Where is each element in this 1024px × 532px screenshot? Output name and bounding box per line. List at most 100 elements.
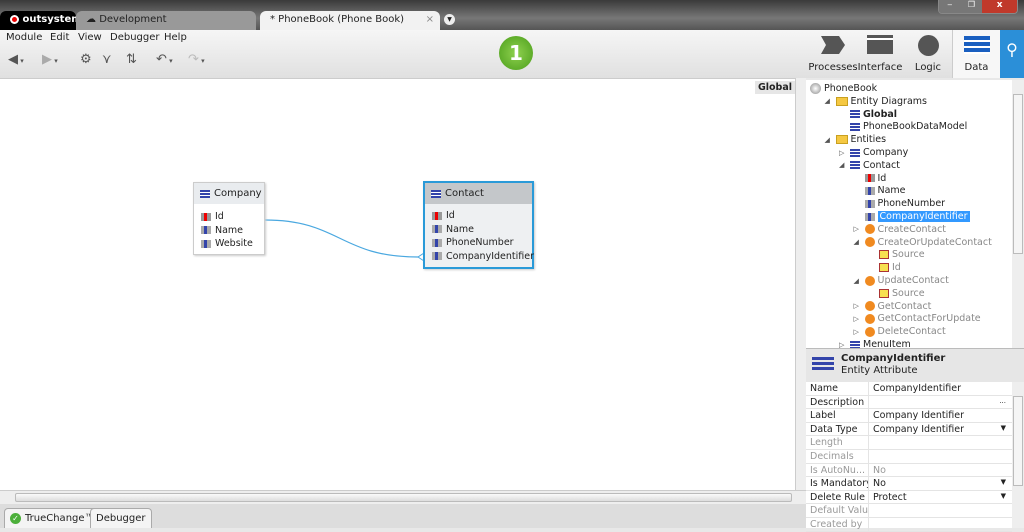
tree-item[interactable]: Global	[839, 108, 897, 121]
menu-help[interactable]: Help	[164, 32, 187, 43]
collapsed-arrow-icon[interactable]: ▷	[854, 315, 862, 323]
property-row[interactable]: Label Company Identifier	[806, 409, 1012, 423]
properties-scrollbar[interactable]	[1012, 382, 1024, 528]
publish-icon[interactable]: ⇅	[126, 52, 137, 67]
tree-item[interactable]: Name	[854, 184, 906, 197]
collapsed-arrow-icon[interactable]: ▷	[839, 341, 847, 349]
entity-company[interactable]: Company Id Name Website	[193, 182, 265, 255]
minimize-button[interactable]: ‒	[939, 0, 961, 13]
menu-view[interactable]: View	[78, 32, 102, 43]
collapsed-arrow-icon[interactable]: ▷	[839, 149, 847, 157]
property-row[interactable]: Name CompanyIdentifier	[806, 382, 1012, 396]
element-tree[interactable]: PhoneBook ◢ Entity Diagrams Global PhoneBook…	[806, 80, 1012, 348]
expanded-arrow-icon[interactable]: ◢	[825, 136, 833, 144]
diagram-canvas[interactable]: Global Company Id Name Website Contact I…	[0, 78, 795, 490]
property-row[interactable]: Data Type Company Identifier ▼	[806, 422, 1012, 437]
layer-logic[interactable]: Logic	[904, 30, 952, 78]
layer-data[interactable]: Data	[952, 30, 1000, 78]
property-row[interactable]: Created by	[806, 518, 1012, 532]
canvas-vertical-scrollbar[interactable]	[795, 78, 806, 490]
property-row[interactable]: Delete Rule Protect ▼	[806, 490, 1012, 505]
tree-item[interactable]: ◢ Entities	[825, 133, 887, 146]
menu-module[interactable]: Module	[6, 32, 42, 43]
tree-item[interactable]: ◢ UpdateContact	[854, 274, 949, 287]
attribute-row[interactable]: Id	[425, 209, 532, 223]
tree-item[interactable]: ▷ MenuItem	[839, 338, 911, 348]
property-row[interactable]: Is AutoNu... No	[806, 463, 1012, 478]
tree-item[interactable]: PhoneBookDataModel	[839, 120, 967, 133]
tree-item[interactable]: Id	[868, 261, 901, 274]
menu-debugger[interactable]: Debugger	[110, 32, 160, 43]
attribute-row[interactable]: Id	[194, 210, 264, 224]
tree-item[interactable]: Id	[854, 172, 886, 185]
property-row[interactable]: Description...	[806, 395, 1012, 410]
property-value[interactable]	[868, 518, 873, 531]
tree-item[interactable]: PhoneNumber	[854, 197, 945, 210]
back-button[interactable]: ◀ ▾	[8, 52, 24, 67]
layer-processes[interactable]: Processes	[808, 30, 858, 78]
undo-button[interactable]: ↶ ▾	[156, 52, 173, 67]
search-icon[interactable]: ⚲	[1000, 30, 1024, 78]
collapsed-arrow-icon[interactable]: ▷	[854, 225, 862, 233]
property-value[interactable]	[868, 504, 873, 518]
property-value[interactable]	[868, 450, 873, 463]
property-value[interactable]	[868, 436, 873, 450]
tree-item[interactable]: PhoneBook	[810, 82, 877, 95]
collapsed-arrow-icon[interactable]: ▷	[854, 328, 862, 336]
property-value[interactable]: Company Identifier	[868, 422, 964, 436]
tree-item[interactable]: ▷ DeleteContact	[854, 325, 946, 338]
tree-item[interactable]: ◢ Contact	[839, 159, 900, 172]
expanded-arrow-icon[interactable]: ◢	[825, 97, 833, 105]
menu-edit[interactable]: Edit	[50, 32, 69, 43]
tab-list-chevron-icon[interactable]: ▼	[444, 14, 455, 25]
property-value[interactable]: Protect	[868, 490, 907, 504]
tree-item[interactable]: ▷ Company	[839, 146, 908, 159]
step-badge[interactable]: 1	[499, 36, 533, 70]
property-value[interactable]	[868, 395, 873, 409]
tree-item[interactable]: Source	[868, 248, 925, 261]
dropdown-arrow-icon[interactable]: ▼	[1001, 424, 1006, 432]
tab-debugger[interactable]: Debugger	[90, 508, 152, 528]
ellipsis-button[interactable]: ...	[999, 397, 1006, 405]
layer-interface[interactable]: Interface	[856, 30, 904, 78]
dependencies-icon[interactable]: ⋎	[102, 52, 112, 67]
property-row[interactable]: Default Value	[806, 504, 1012, 518]
attribute-row[interactable]: Name	[194, 224, 264, 238]
property-value[interactable]: CompanyIdentifier	[868, 382, 961, 395]
attribute-row[interactable]: CompanyIdentifier	[425, 250, 534, 264]
tree-item[interactable]: Source	[868, 287, 925, 300]
dropdown-arrow-icon[interactable]: ▼	[1001, 478, 1006, 486]
attribute-row[interactable]: PhoneNumber	[425, 236, 532, 250]
property-row[interactable]: Length	[806, 436, 1012, 450]
tree-item[interactable]: CompanyIdentifier	[854, 210, 970, 223]
tab-truechange[interactable]: ✓ TrueChange™	[4, 508, 101, 528]
outsystems-logo[interactable]: outsystems	[0, 11, 88, 30]
forward-button[interactable]: ▶ ▾	[42, 52, 58, 67]
tree-scrollbar[interactable]	[1012, 80, 1024, 348]
property-value[interactable]: No	[868, 463, 886, 477]
settings-gear-icon[interactable]: ⚙	[80, 52, 92, 67]
attribute-row[interactable]: Website	[194, 237, 264, 251]
property-value[interactable]: No	[868, 477, 886, 491]
dropdown-arrow-icon[interactable]: ▼	[1001, 492, 1006, 500]
expanded-arrow-icon[interactable]: ◢	[854, 238, 862, 246]
expanded-arrow-icon[interactable]: ◢	[854, 277, 862, 285]
tree-item[interactable]: ◢ Entity Diagrams	[825, 95, 928, 108]
entity-contact[interactable]: Contact Id Name PhoneNumber CompanyIdent…	[423, 181, 534, 269]
tab-development[interactable]: ☁ Development	[76, 11, 256, 30]
collapsed-arrow-icon[interactable]: ▷	[854, 302, 862, 310]
tree-item[interactable]: ◢ CreateOrUpdateContact	[854, 236, 992, 249]
redo-button[interactable]: ↷ ▾	[188, 52, 205, 67]
expanded-arrow-icon[interactable]: ◢	[839, 161, 847, 169]
canvas-horizontal-scrollbar[interactable]	[0, 490, 806, 504]
property-row[interactable]: Is Mandatory No ▼	[806, 477, 1012, 491]
property-row[interactable]: Decimals	[806, 450, 1012, 464]
close-window-button[interactable]: x	[982, 0, 1017, 13]
tab-phonebook[interactable]: * PhoneBook (Phone Book) ×	[260, 11, 440, 30]
tree-item[interactable]: ▷ GetContact	[854, 300, 932, 313]
property-value[interactable]: Company Identifier	[868, 409, 964, 423]
tree-item[interactable]: ▷ CreateContact	[854, 223, 947, 236]
restore-button[interactable]: ❐	[960, 0, 983, 13]
tree-item[interactable]: ▷ GetContactForUpdate	[854, 312, 981, 325]
attribute-row[interactable]: Name	[425, 223, 532, 237]
